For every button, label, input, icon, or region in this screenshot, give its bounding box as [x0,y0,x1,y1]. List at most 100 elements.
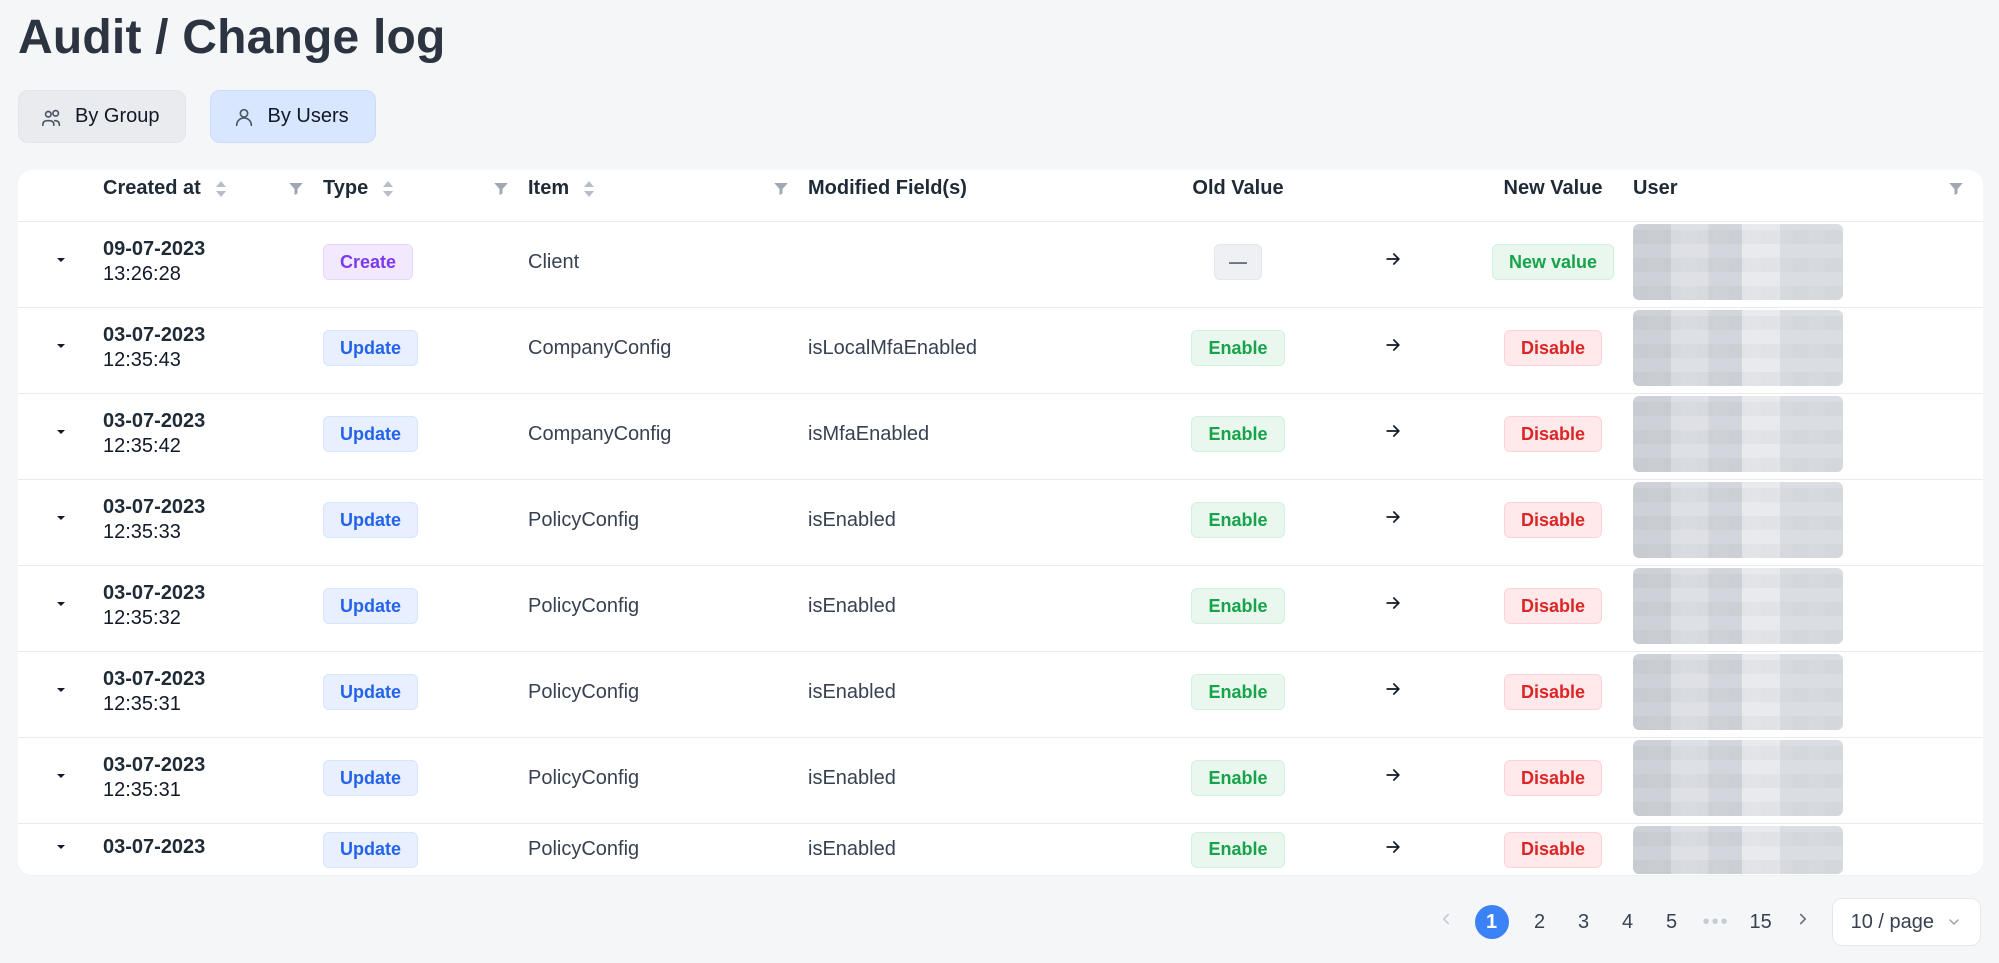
type-badge: Update [323,831,419,868]
table-row: 03-07-2023 12:35:31 Update PolicyConfig … [18,738,1983,824]
item-cell: CompanyConfig [528,394,808,475]
filter-icon[interactable] [492,180,510,198]
old-value-badge: Enable [1191,502,1285,539]
new-value-badge: Disable [1503,760,1603,797]
modified-field-text: isEnabled [808,508,896,531]
by-group-label: By Group [75,105,160,127]
page-size-select[interactable]: 10 / page [1831,898,1981,946]
created-at-time: 12:35:32 [103,607,181,630]
page-1[interactable]: 1 [1474,905,1509,939]
expand-row-button[interactable] [18,222,103,303]
caret-down-icon [53,838,69,861]
created-at-cell: 03-07-2023 12:35:42 [103,394,323,475]
change-arrow-cell [1313,738,1473,819]
created-at-time: 12:35:43 [103,349,181,372]
page-15[interactable]: 15 [1748,909,1774,935]
header-new-value: New Value [1473,170,1633,207]
created-at-cell: 03-07-2023 12:35:31 [103,738,323,819]
created-at-date: 09-07-2023 [103,238,206,261]
arrow-right-icon [1383,421,1403,447]
item-cell: PolicyConfig [528,652,808,733]
type-cell: Update [323,394,528,475]
expand-row-button[interactable] [18,394,103,475]
type-cell: Update [323,566,528,647]
modified-field-text: isEnabled [808,680,896,703]
page-5[interactable]: 5 [1659,909,1685,935]
user-redacted [1633,740,1843,817]
expand-row-button[interactable] [18,566,103,647]
type-cell: Create [323,222,528,303]
chevron-down-icon [1946,914,1962,930]
item-text: PolicyConfig [528,680,640,703]
row-right-spacer [18,389,103,394]
change-arrow-cell [1313,824,1473,875]
sort-icon[interactable] [382,180,394,198]
page-size-value: 10 / page [1850,910,1934,933]
created-at-date: 03-07-2023 [103,496,206,519]
row-right-spacer [18,303,103,308]
new-value-badge: Disable [1503,330,1603,367]
modified-field-text: isMfaEnabled [808,422,930,445]
arrow-right-icon [1383,593,1403,619]
new-value-badge: Disable [1503,831,1603,868]
user-cell [1633,480,1983,561]
old-value-badge: Enable [1191,588,1285,625]
caret-down-icon [53,337,69,360]
expand-row-button[interactable] [18,824,103,875]
header-item[interactable]: Item [528,170,808,207]
row-right-spacer [18,733,103,738]
filter-icon[interactable] [287,180,305,198]
view-toggle-group: By Group By Users [18,90,376,143]
page-4[interactable]: 4 [1615,909,1641,935]
created-at-time: 13:26:28 [103,263,181,286]
sort-icon[interactable] [215,180,227,198]
next-page-button[interactable] [1792,911,1814,933]
modified-field-cell: isEnabled [808,480,1163,561]
header-created-at[interactable]: Created at [103,170,323,207]
modified-field-text: isEnabled [808,766,896,789]
item-text: PolicyConfig [528,594,640,617]
header-type[interactable]: Type [323,170,528,207]
modified-field-cell: isEnabled [808,566,1163,647]
expand-row-button[interactable] [18,738,103,819]
new-value-cell: Disable [1473,824,1633,875]
new-value-badge: Disable [1503,416,1603,453]
old-value-badge: Enable [1191,674,1285,711]
old-value-cell: Enable [1163,394,1313,475]
created-at-date: 03-07-2023 [103,754,206,777]
user-redacted [1633,568,1843,645]
expand-row-button[interactable] [18,480,103,561]
created-at-time: 12:35:42 [103,435,181,458]
new-value-badge: Disable [1503,588,1603,625]
header-user[interactable]: User [1633,170,1983,207]
type-cell: Update [323,308,528,389]
modified-field-cell: isLocalMfaEnabled [808,308,1163,389]
caret-down-icon [53,509,69,532]
type-badge: Update [323,416,419,453]
caret-down-icon [53,423,69,446]
filter-icon[interactable] [1947,180,1965,198]
new-value-cell: Disable [1473,308,1633,389]
type-badge: Update [323,674,419,711]
by-group-toggle[interactable]: By Group [18,90,187,143]
old-value-badge: Enable [1191,831,1285,868]
expand-row-button[interactable] [18,652,103,733]
new-value-cell: Disable [1473,480,1633,561]
old-value-cell: Enable [1163,480,1313,561]
modified-field-text: isEnabled [808,594,896,617]
page-3[interactable]: 3 [1571,909,1597,935]
table-row: 03-07-2023 12:35:43 Update CompanyConfig… [18,308,1983,394]
arrow-right-icon [1383,335,1403,361]
sort-icon[interactable] [583,180,595,198]
header-type-label: Type [323,177,369,199]
expand-row-button[interactable] [18,308,103,389]
prev-page-button[interactable] [1435,911,1457,933]
table-row: 03-07-2023 12:35:33 Update PolicyConfig … [18,480,1983,566]
old-value-badge: — [1214,244,1262,281]
table-row: 03-07-2023 12:35:42 Update CompanyConfig… [18,394,1983,480]
item-text: CompanyConfig [528,422,672,445]
page-2[interactable]: 2 [1527,909,1553,935]
filter-icon[interactable] [772,180,790,198]
type-badge: Update [323,760,419,797]
by-users-toggle[interactable]: By Users [210,90,376,143]
